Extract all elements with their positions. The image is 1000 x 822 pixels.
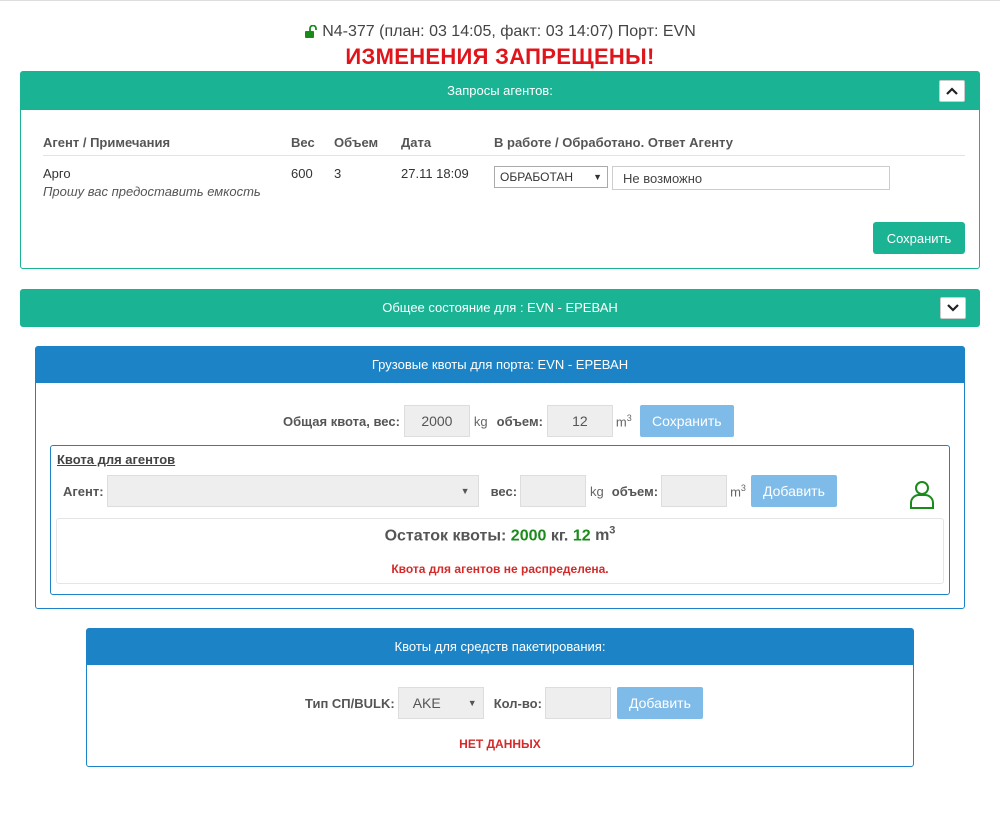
flight-info: N4-377 (план: 03 14:05, факт: 03 14:07) … bbox=[0, 22, 1000, 42]
total-weight-unit: kg bbox=[473, 413, 488, 429]
cargo-quotas-panel: Грузовые квоты для порта: EVN - ЕРЕВАН О… bbox=[35, 346, 965, 609]
status-select[interactable]: ОБРАБОТАН ▼ bbox=[494, 166, 608, 188]
agent-requests-title: Запросы агентов: bbox=[447, 83, 553, 98]
agent-quota-title[interactable]: Квота для агентов bbox=[57, 452, 175, 467]
agent-volume-input[interactable] bbox=[661, 475, 728, 507]
agent-requests-header: Запросы агентов: bbox=[21, 72, 979, 110]
table-row: Арго Прошу вас предоставить емкость 600 … bbox=[43, 156, 965, 216]
unlock-icon bbox=[304, 25, 318, 39]
top-divider bbox=[0, 0, 1000, 1]
col-agent: Агент / Примечания bbox=[43, 135, 171, 150]
remainder-volume: 12 bbox=[572, 527, 591, 545]
collapse-agent-requests-button[interactable] bbox=[939, 80, 965, 102]
packaging-count-input[interactable] bbox=[544, 687, 611, 719]
total-quota-row: Общая квота, вес: 2000 kg объем: 12 m3 С… bbox=[283, 405, 734, 437]
save-quota-button[interactable]: Сохранить bbox=[639, 405, 734, 437]
total-quota-label: Общая квота, вес: bbox=[283, 413, 400, 429]
total-volume-input[interactable]: 12 bbox=[546, 405, 613, 437]
quota-remainder: Остаток квоты: 2000 кг. 12 m3 bbox=[57, 525, 943, 545]
no-data-message: НЕТ ДАННЫХ bbox=[459, 737, 541, 751]
table-header: Агент / Примечания Вес Объем Дата В рабо… bbox=[43, 130, 965, 156]
agent-note: Прошу вас предоставить емкость bbox=[43, 184, 261, 199]
chevron-up-icon bbox=[946, 87, 958, 95]
total-weight-input[interactable]: 2000 bbox=[403, 405, 470, 437]
col-volume: Объем bbox=[334, 135, 379, 150]
agent-volume-unit: m3 bbox=[730, 482, 746, 500]
quota-not-distributed-warning: Квота для агентов не распределена. bbox=[391, 562, 609, 577]
user-icon[interactable] bbox=[909, 480, 935, 510]
packaging-type-value: AKE bbox=[412, 695, 441, 711]
general-state-panel: Общее состояние для : EVN - ЕРЕВАН bbox=[20, 289, 980, 327]
remainder-label: Остаток квоты: bbox=[384, 527, 507, 545]
quota-remainder-box: Остаток квоты: 2000 кг. 12 m3 Квота для … bbox=[56, 518, 944, 584]
col-work: В работе / Обработано. Ответ Агенту bbox=[494, 135, 733, 150]
agent-requests-table: Агент / Примечания Вес Объем Дата В рабо… bbox=[43, 130, 965, 216]
volume-cell: 3 bbox=[334, 166, 342, 181]
caret-down-icon: ▼ bbox=[467, 698, 477, 708]
packaging-quotas-panel: Квоты для средств пакетирования: Тип СП/… bbox=[86, 628, 914, 767]
general-state-title: Общее состояние для : EVN - ЕРЕВАН bbox=[382, 300, 618, 315]
agent-reply-input[interactable]: Не возможно bbox=[612, 166, 890, 190]
agent-volume-label: объем: bbox=[611, 483, 659, 499]
weight-cell: 600 bbox=[291, 166, 313, 181]
agent-weight-unit: kg bbox=[590, 483, 604, 499]
agent-name: Арго bbox=[43, 166, 71, 181]
packaging-quotas-header: Квоты для средств пакетирования: bbox=[87, 629, 913, 665]
agent-select[interactable]: ▼ bbox=[106, 475, 479, 507]
total-volume-unit: m3 bbox=[615, 412, 632, 430]
packaging-type-select[interactable]: AKE ▼ bbox=[397, 687, 484, 719]
save-requests-button[interactable]: Сохранить bbox=[873, 222, 965, 254]
work-cell: ОБРАБОТАН ▼ Не возможно bbox=[494, 166, 965, 216]
remainder-weight-unit: кг. bbox=[550, 527, 569, 545]
packaging-count-label: Кол-во: bbox=[493, 695, 542, 711]
col-weight: Вес bbox=[291, 135, 315, 150]
expand-general-state-button[interactable] bbox=[940, 297, 966, 319]
remainder-weight: 2000 bbox=[510, 527, 547, 545]
cargo-quotas-header: Грузовые квоты для порта: EVN - ЕРЕВАН bbox=[36, 347, 964, 383]
flight-info-text: N4-377 (план: 03 14:05, факт: 03 14:07) … bbox=[322, 23, 696, 40]
add-agent-quota-button[interactable]: Добавить bbox=[750, 475, 837, 507]
packaging-row: Тип СП/BULK: AKE ▼ Кол-во: Добавить bbox=[305, 687, 703, 719]
agent-quota-box: Квота для агентов Агент: ▼ вес: kg объем… bbox=[50, 445, 950, 595]
date-cell: 27.11 18:09 bbox=[401, 166, 469, 181]
caret-down-icon: ▼ bbox=[460, 486, 470, 496]
add-packaging-button[interactable]: Добавить bbox=[616, 687, 703, 719]
agent-label: Агент: bbox=[63, 483, 104, 499]
packaging-type-label: Тип СП/BULK: bbox=[305, 695, 395, 711]
status-select-value: ОБРАБОТАН bbox=[500, 170, 574, 184]
changes-forbidden-banner: ИЗМЕНЕНИЯ ЗАПРЕЩЕНЫ! bbox=[345, 44, 655, 69]
total-volume-label: объем: bbox=[496, 413, 543, 429]
caret-down-icon: ▼ bbox=[593, 172, 602, 182]
col-date: Дата bbox=[401, 135, 432, 150]
chevron-down-icon bbox=[947, 304, 959, 312]
agent-cell: Арго Прошу вас предоставить емкость bbox=[43, 166, 291, 216]
general-state-header: Общее состояние для : EVN - ЕРЕВАН bbox=[20, 289, 980, 327]
agent-weight-input[interactable] bbox=[520, 475, 587, 507]
agent-weight-label: вес: bbox=[490, 483, 518, 499]
agent-requests-panel: Запросы агентов: Агент / Примечания Вес … bbox=[20, 71, 980, 269]
remainder-volume-unit: m3 bbox=[595, 525, 616, 545]
page-header: N4-377 (план: 03 14:05, факт: 03 14:07) … bbox=[0, 22, 1000, 70]
agent-quota-row: Агент: ▼ вес: kg объем: m3 Добавить bbox=[63, 475, 837, 507]
